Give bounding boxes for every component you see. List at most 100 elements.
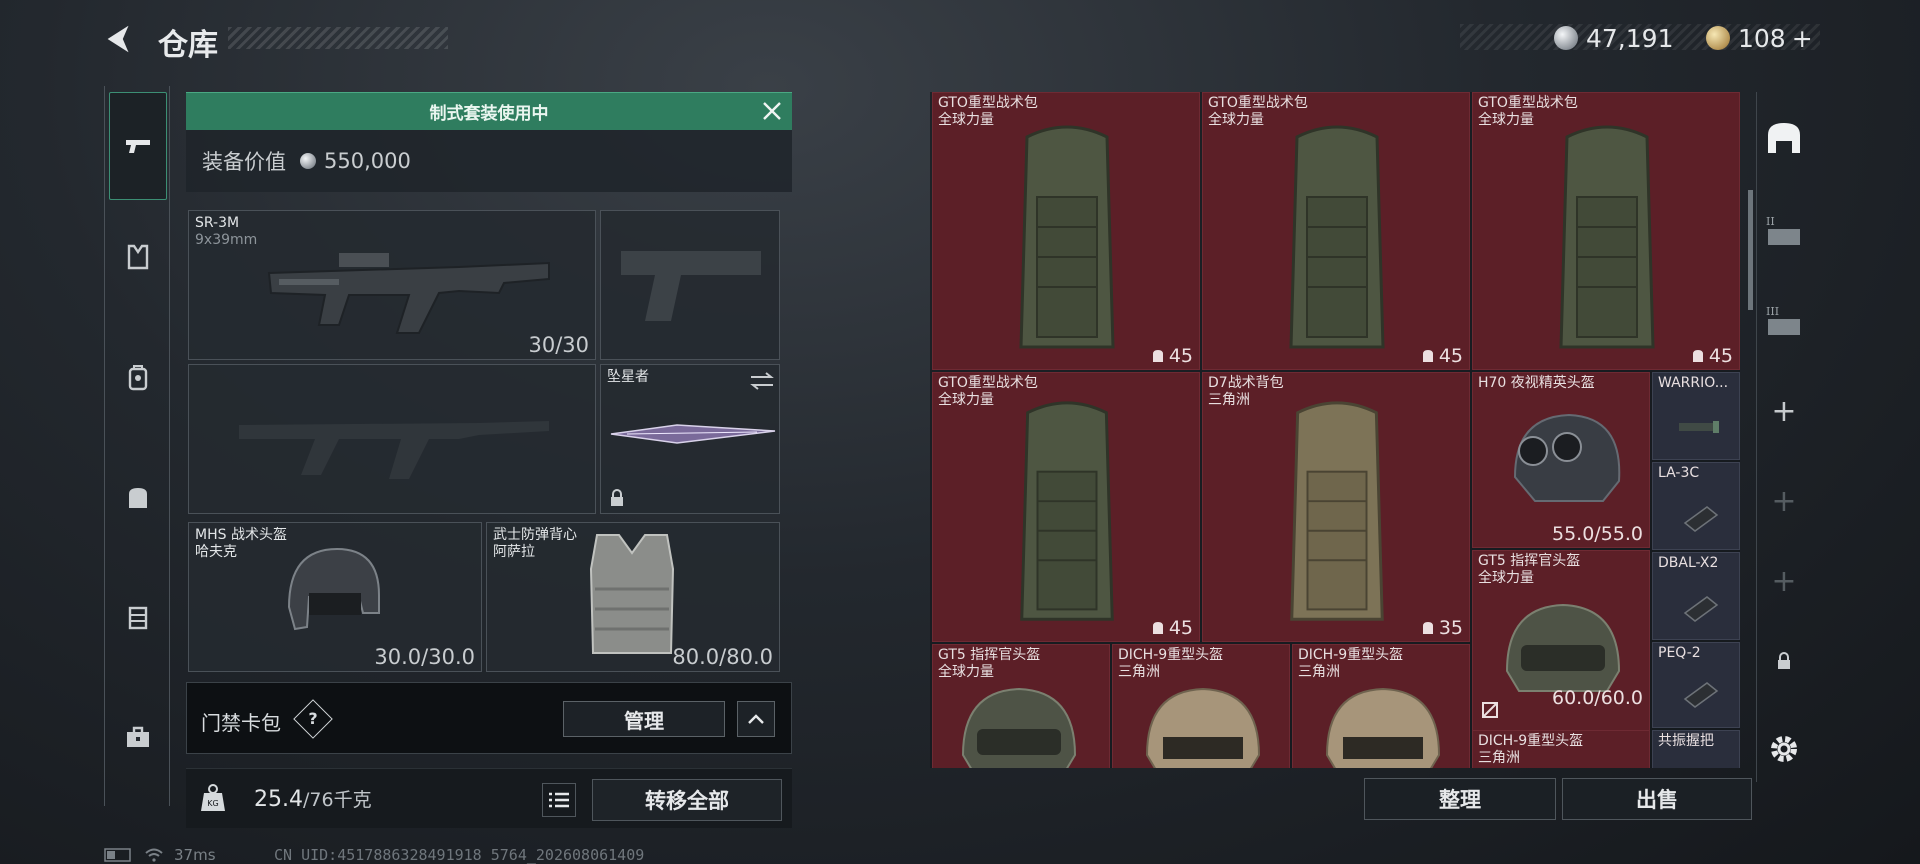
- wifi-icon: [145, 848, 163, 862]
- lock-icon: [1778, 652, 1790, 669]
- stash-item[interactable]: GTO重型战术包 全球力量 45: [932, 92, 1200, 370]
- close-kit-button[interactable]: [760, 99, 784, 123]
- transfer-all-button[interactable]: 转移全部: [592, 779, 782, 821]
- item-count: 45: [1421, 345, 1463, 367]
- keycard-row: 门禁卡包 ? 管理: [186, 682, 792, 754]
- help-mark: ?: [308, 709, 318, 728]
- stash-item[interactable]: H70 夜视精英头盔 55.0/55.0: [1472, 372, 1650, 548]
- add-stash-tab[interactable]: +: [1757, 376, 1811, 446]
- vest-icon: [127, 244, 149, 270]
- silver-amount: 47,191: [1586, 23, 1674, 53]
- stash-attachment[interactable]: DBAL-X2: [1652, 552, 1740, 640]
- kit-banner-text: 制式套装使用中: [429, 104, 549, 124]
- stash-item[interactable]: GTO重型战术包 全球力量 45: [1472, 92, 1740, 370]
- chevron-up-icon: [748, 714, 764, 724]
- secondary-weapon-slot[interactable]: [188, 364, 596, 514]
- lock-icon: [611, 489, 623, 506]
- knife-image: [610, 424, 776, 444]
- nav-backpack[interactable]: [113, 352, 163, 402]
- battery-icon: [104, 848, 131, 862]
- armor-faction: 阿萨拉: [493, 544, 535, 560]
- expand-button[interactable]: [737, 701, 775, 737]
- backpack-badge-icon: [1692, 350, 1703, 362]
- add-stash-tab-disabled: +: [1771, 483, 1797, 519]
- nav-containers[interactable]: [113, 592, 163, 642]
- armor-slot[interactable]: 武士防弹背心 阿萨拉 80.0/80.0: [486, 522, 780, 672]
- nav-weapons[interactable]: [109, 92, 167, 200]
- pistol-placeholder-icon: [621, 251, 761, 321]
- primary-weapon-slot[interactable]: SR-3M 9x39mm 30/30: [188, 210, 596, 360]
- nav-rig[interactable]: [113, 472, 163, 522]
- stash-item[interactable]: DICH-9重型头盔 三角洲: [1472, 730, 1650, 768]
- stash-grid: GTO重型战术包 全球力量 45 GTO重型战术包 全球力量 45 GTO重型战术包…: [932, 92, 1740, 768]
- kit-in-use-banner: 制式套装使用中: [186, 92, 792, 130]
- item-count: 35: [1421, 617, 1463, 639]
- svg-text:II: II: [1766, 215, 1775, 228]
- settings-button[interactable]: [1757, 714, 1811, 784]
- silver-currency: 47,191: [1554, 20, 1673, 56]
- stash-item[interactable]: GTO重型战术包 全球力量 45: [932, 372, 1200, 642]
- pistol-icon: [126, 140, 150, 153]
- helmet-image: [961, 687, 1077, 768]
- primary-weapon-ammo-type: 9x39mm: [195, 232, 258, 248]
- stash-item[interactable]: DICH-9重型头盔 三角洲: [1112, 644, 1290, 768]
- armor-label: 武士防弹背心 阿萨拉: [493, 527, 577, 561]
- category-sidebar: [104, 86, 170, 806]
- stash-attachment[interactable]: WARRIO...: [1652, 372, 1740, 460]
- back-button[interactable]: [100, 20, 140, 60]
- weight-icon: KG: [201, 784, 225, 811]
- pistol-slot[interactable]: [600, 210, 780, 360]
- stash-scrollbar[interactable]: [1748, 190, 1753, 310]
- swap-icon[interactable]: [749, 371, 775, 391]
- stash-tab-3-icon: III: [1766, 305, 1800, 335]
- nav-armor[interactable]: [113, 232, 163, 282]
- stash-tab-2[interactable]: II: [1757, 196, 1811, 266]
- weight-max: /76千克: [302, 789, 372, 811]
- item-name: LA-3C: [1658, 465, 1700, 481]
- silver-coin-icon: [300, 153, 316, 169]
- manage-button[interactable]: 管理: [563, 701, 725, 737]
- item-name: WARRIO...: [1658, 375, 1729, 391]
- gold-currency[interactable]: 108 +: [1706, 20, 1813, 56]
- user-uid: CN UID:4517886328491918 5764_20260806140…: [274, 846, 645, 864]
- stash-attachment[interactable]: LA-3C: [1652, 462, 1740, 550]
- item-count: 45: [1151, 617, 1193, 639]
- stash-tab-3[interactable]: III: [1757, 286, 1811, 356]
- weight-bar: KG 25.4/76千克 转移全部: [186, 768, 792, 828]
- item-name: PEQ-2: [1658, 645, 1701, 661]
- stash-attachment[interactable]: 共振握把: [1652, 730, 1740, 768]
- status-bar: 37ms: [104, 846, 216, 864]
- stash-item[interactable]: DICH-9重型头盔 三角洲: [1292, 644, 1470, 768]
- sort-button[interactable]: 整理: [1364, 778, 1556, 820]
- stash-item[interactable]: GTO重型战术包 全球力量 45: [1202, 92, 1470, 370]
- backpack-badge-icon: [1422, 622, 1433, 634]
- melee-slot[interactable]: 坠星者: [600, 364, 780, 514]
- backpack-icon: [128, 365, 148, 391]
- stash-item[interactable]: D7战术背包 三角洲 35: [1202, 372, 1470, 642]
- svg-text:KG: KG: [207, 799, 218, 808]
- title-decoration: [228, 27, 448, 49]
- gold-coin-icon: [1706, 26, 1730, 50]
- nav-toolbox[interactable]: [113, 712, 163, 762]
- rifle-placeholder-icon: [239, 421, 549, 479]
- list-view-button[interactable]: [542, 783, 576, 817]
- flashlight-image: [1679, 421, 1719, 433]
- stash-item[interactable]: GT5 指挥官头盔 全球力量: [932, 644, 1110, 768]
- laser-image: [1683, 506, 1719, 532]
- help-icon[interactable]: ?: [293, 699, 333, 739]
- item-name: DBAL-X2: [1658, 555, 1719, 571]
- sell-button[interactable]: 出售: [1562, 778, 1752, 820]
- laser-image: [1683, 596, 1719, 622]
- item-name: H70 夜视精英头盔: [1478, 375, 1595, 391]
- add-currency-icon[interactable]: +: [1792, 24, 1813, 53]
- helmet-slot[interactable]: MHS 战术头盔 哈夫克 30.0/30.0: [188, 522, 482, 672]
- stash-tab-main[interactable]: [1757, 102, 1811, 176]
- gear-icon: [1771, 736, 1797, 762]
- primary-weapon-ammo: 30/30: [528, 333, 589, 357]
- backpack-badge-icon: [1152, 350, 1163, 362]
- stash-attachment[interactable]: PEQ-2: [1652, 642, 1740, 728]
- backpack-image: [1289, 125, 1385, 349]
- item-durability: 55.0/55.0: [1551, 523, 1643, 545]
- weight-text: 25.4/76千克: [254, 785, 372, 812]
- back-arrow-icon: [107, 25, 129, 53]
